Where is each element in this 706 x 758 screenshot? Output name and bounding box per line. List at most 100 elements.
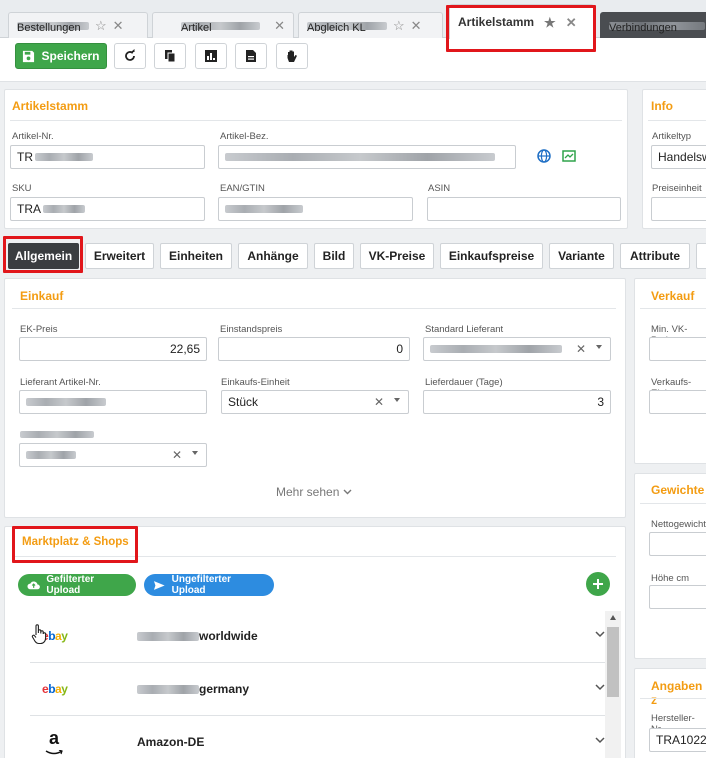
- tab-attribute[interactable]: Attribute: [620, 243, 690, 269]
- artikeltyp-select[interactable]: Handelsw: [651, 145, 706, 169]
- redacted-text: [430, 345, 562, 353]
- lieferdauer-input[interactable]: 3: [423, 390, 611, 414]
- preiseinheit-input[interactable]: [651, 197, 706, 221]
- standard-lieferant-select[interactable]: ✕: [423, 337, 611, 361]
- artikeltyp-value: Handelsw: [658, 150, 706, 164]
- hand-button[interactable]: [276, 43, 308, 69]
- scrollbar-thumb[interactable]: [607, 627, 619, 697]
- einkaufs-einheit-value: Stück: [228, 395, 259, 409]
- chevron-down-icon[interactable]: [596, 345, 602, 349]
- redacted-select[interactable]: ✕: [19, 443, 207, 467]
- tab-allgemein[interactable]: Allgemein: [8, 243, 79, 269]
- floppy-icon: [23, 50, 35, 62]
- clear-icon[interactable]: ✕: [576, 342, 586, 356]
- window-tab-artikel[interactable]: Artikel ✕: [152, 12, 294, 38]
- clear-icon[interactable]: ✕: [374, 395, 384, 409]
- redacted-text: [137, 684, 199, 694]
- window-tab-artikelstamm[interactable]: Artikelstamm ★ ✕: [449, 4, 594, 39]
- einkaufs-einheit-select[interactable]: Stück ✕: [221, 390, 409, 414]
- divider: [640, 698, 706, 699]
- hersteller-nr-value: TRA10225: [656, 733, 706, 747]
- window-tab-verbindungen[interactable]: Verbindungen: [600, 12, 706, 38]
- marketplace-list[interactable]: ebay worldwide ebay germany a Amazon-DE: [15, 611, 621, 758]
- chevron-down-icon[interactable]: [192, 451, 198, 455]
- nettogewicht-input[interactable]: [649, 532, 706, 556]
- tab-einkaufspreise[interactable]: Einkaufspreise: [440, 243, 543, 269]
- mehr-sehen-link[interactable]: Mehr sehen: [276, 485, 352, 499]
- artikel-nr-label: Artikel-Nr.: [12, 131, 54, 142]
- report-button[interactable]: [195, 43, 227, 69]
- star-icon[interactable]: ☆: [393, 19, 405, 32]
- save-button[interactable]: Speichern: [15, 43, 107, 69]
- einstandspreis-input[interactable]: 0: [218, 337, 410, 361]
- ungefilterter-upload-label: Ungefilterter Upload: [171, 574, 232, 596]
- scroll-up-icon[interactable]: [610, 615, 616, 620]
- star-icon[interactable]: ☆: [95, 19, 107, 32]
- hersteller-nr-input[interactable]: TRA10225: [649, 728, 706, 752]
- divider: [12, 556, 616, 557]
- lieferdauer-value: 3: [597, 395, 604, 409]
- list-item[interactable]: ebay germany: [30, 664, 613, 716]
- document-button[interactable]: [235, 43, 267, 69]
- verkauf-title: Verkauf: [651, 289, 695, 303]
- tab-erweitert[interactable]: Erweitert: [85, 243, 154, 269]
- tab-einheiten[interactable]: Einheiten: [160, 243, 232, 269]
- marketplace-name: Amazon-DE: [137, 735, 204, 749]
- standard-lieferant-label: Standard Lieferant: [425, 324, 504, 335]
- copy-button[interactable]: [154, 43, 186, 69]
- lieferdauer-label: Lieferdauer (Tage): [425, 377, 503, 388]
- chevron-down-icon[interactable]: [595, 684, 605, 691]
- redacted-text: [137, 631, 199, 641]
- info-title: Info: [651, 99, 673, 113]
- chevron-down-icon[interactable]: [595, 631, 605, 638]
- close-icon[interactable]: ✕: [274, 19, 285, 32]
- einstandspreis-label: Einstandspreis: [220, 324, 283, 335]
- close-icon[interactable]: ✕: [566, 16, 577, 29]
- tab-anhaenge[interactable]: Anhänge: [238, 243, 308, 269]
- ek-preis-input[interactable]: 22,65: [19, 337, 207, 361]
- amazon-logo: a: [44, 729, 64, 755]
- lieferant-nr-input[interactable]: [19, 390, 207, 414]
- min-vk-input[interactable]: [649, 337, 706, 361]
- chevron-down-icon[interactable]: [394, 398, 400, 402]
- asin-input[interactable]: [427, 197, 621, 221]
- hoehe-label: Höhe cm: [651, 573, 690, 584]
- chevron-down-icon: [343, 489, 352, 495]
- divider: [640, 308, 706, 309]
- redacted-text: [225, 205, 303, 213]
- ungefilterter-upload-button[interactable]: Ungefilterter Upload: [144, 574, 274, 596]
- window-tab-abgleich[interactable]: Abgleich KL ☆ ✕: [298, 12, 443, 38]
- clear-icon[interactable]: ✕: [172, 448, 182, 462]
- gefilterter-upload-button[interactable]: Gefilterter Upload: [18, 574, 136, 596]
- hoehe-input[interactable]: [649, 585, 706, 609]
- artikel-nr-value: TR: [17, 150, 33, 164]
- add-button[interactable]: [586, 572, 610, 596]
- artikel-nr-input[interactable]: TR: [10, 145, 205, 169]
- sku-input[interactable]: TRA: [10, 197, 205, 221]
- asin-label: ASIN: [428, 183, 451, 194]
- gewichte-title: Gewichte: [651, 483, 705, 497]
- star-icon[interactable]: ★: [544, 16, 556, 29]
- close-icon[interactable]: ✕: [411, 19, 422, 32]
- globe-icon[interactable]: [537, 149, 551, 163]
- refresh-button[interactable]: [114, 43, 146, 69]
- chevron-down-icon[interactable]: [595, 737, 605, 744]
- save-label: Speichern: [41, 49, 100, 63]
- sku-label: SKU: [12, 183, 32, 194]
- scrollbar[interactable]: [605, 611, 621, 758]
- tab-more[interactable]: [696, 243, 706, 269]
- close-icon[interactable]: ✕: [113, 19, 124, 32]
- ean-input[interactable]: [218, 197, 413, 221]
- redacted-text: [225, 153, 495, 161]
- ean-label: EAN/GTIN: [220, 183, 265, 194]
- window-tab-bestellungen[interactable]: Bestellungen ☆ ✕: [8, 12, 148, 38]
- nettogewicht-label: Nettogewicht: [651, 519, 706, 530]
- tab-bild[interactable]: Bild: [314, 243, 354, 269]
- tab-vk-preise[interactable]: VK-Preise: [360, 243, 434, 269]
- list-item[interactable]: a Amazon-DE: [30, 717, 613, 758]
- verkaufs-einheit-input[interactable]: [649, 390, 706, 414]
- image-check-icon[interactable]: [562, 149, 576, 163]
- artikel-bez-input[interactable]: [218, 145, 516, 169]
- list-item[interactable]: ebay worldwide: [30, 611, 613, 663]
- tab-variante[interactable]: Variante: [549, 243, 614, 269]
